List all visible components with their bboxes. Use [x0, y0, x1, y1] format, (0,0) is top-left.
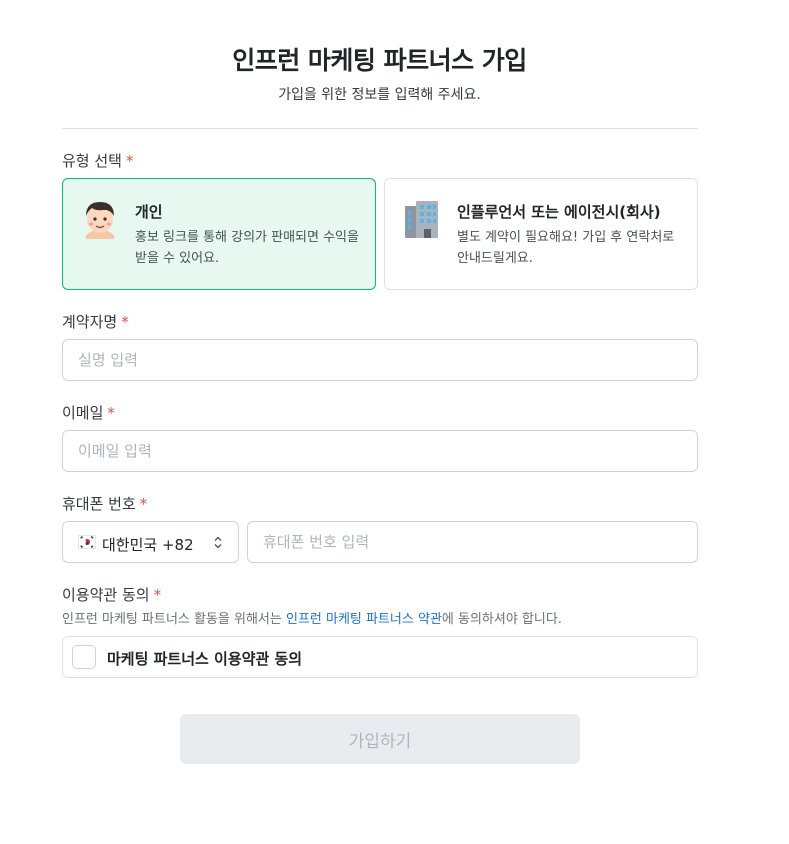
phone-label-text: 휴대폰 번호 — [62, 495, 136, 513]
phone-field-label: 휴대폰 번호 * — [62, 493, 147, 514]
required-mark: * — [125, 152, 134, 170]
terms-desc-prefix: 인프런 마케팅 파트너스 활동을 위해서는 — [62, 612, 286, 627]
terms-description: 인프런 마케팅 파트너스 활동을 위해서는 인프런 마케팅 파트너스 약관에 동… — [62, 608, 562, 627]
required-mark: * — [121, 313, 129, 331]
terms-desc-suffix: 에 동의하셔야 합니다. — [441, 612, 562, 627]
type-option-agency[interactable]: 인플루언서 또는 에이전시(회사) 별도 계약이 필요해요! 가입 후 연락처로… — [384, 178, 698, 290]
required-mark: * — [139, 495, 148, 513]
terms-checkbox[interactable] — [72, 645, 96, 669]
page-subtitle: 가입을 위한 정보를 입력해 주세요. — [278, 87, 481, 103]
terms-field-label: 이용약관 동의 * — [62, 584, 161, 605]
signup-button[interactable]: 가입하기 — [180, 714, 580, 764]
country-code-label: 대한민국 +82 — [102, 536, 194, 554]
type-option-description: 홍보 링크를 통해 강의가 판매되면 수익을 받을 수 있어요. — [135, 230, 359, 266]
email-input[interactable] — [62, 430, 698, 472]
header-divider — [62, 128, 698, 129]
type-option-description: 별도 계약이 필요해요! 가입 후 연락처로 안내드릴게요. — [457, 230, 675, 266]
terms-agree-row[interactable]: 마케팅 파트너스 이용약관 동의 — [62, 636, 698, 678]
type-option-title: 개인 — [135, 203, 163, 221]
page-title: 인프런 마케팅 파트너스 가입 — [232, 46, 527, 75]
terms-checkbox-label: 마케팅 파트너스 이용약관 동의 — [107, 650, 303, 668]
type-label-text: 유형 선택 — [62, 152, 122, 170]
required-mark: * — [153, 586, 162, 604]
chevron-up-down-icon — [214, 536, 222, 549]
type-field-label: 유형 선택 * — [62, 150, 133, 171]
required-mark: * — [107, 404, 115, 422]
name-label-text: 계약자명 — [62, 313, 118, 331]
terms-label-text: 이용약관 동의 — [62, 586, 150, 604]
terms-link[interactable]: 인프런 마케팅 파트너스 약관 — [286, 612, 442, 627]
phone-input[interactable] — [247, 521, 698, 563]
email-field-label: 이메일 * — [62, 402, 115, 423]
office-building-icon — [405, 201, 438, 238]
country-code-select[interactable]: 대한민국 +82 — [62, 521, 239, 563]
type-option-title: 인플루언서 또는 에이전시(회사) — [457, 203, 661, 221]
email-label-text: 이메일 — [62, 404, 104, 422]
south-korea-flag-icon — [78, 535, 96, 549]
name-input[interactable] — [62, 339, 698, 381]
type-option-personal[interactable]: 개인 홍보 링크를 통해 강의가 판매되면 수익을 받을 수 있어요. — [62, 178, 376, 290]
name-field-label: 계약자명 * — [62, 311, 129, 332]
person-avatar-icon — [86, 202, 114, 239]
